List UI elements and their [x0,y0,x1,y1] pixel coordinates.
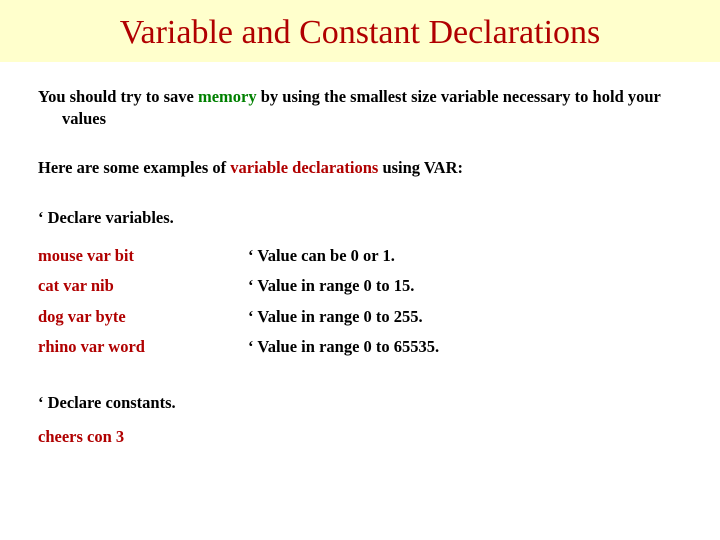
decl-code: rhino var word [38,332,248,362]
examples-suffix: using VAR: [378,158,463,177]
intro-memory: memory [198,87,257,106]
decl-comment: ‘ Value in range 0 to 15. [248,271,439,301]
declarations-table: mouse var bit ‘ Value can be 0 or 1. cat… [38,241,439,362]
table-row: dog var byte ‘ Value in range 0 to 255. [38,302,439,332]
table-row: mouse var bit ‘ Value can be 0 or 1. [38,241,439,271]
intro-prefix: You should try to save [38,87,198,106]
examples-line: Here are some examples of variable decla… [38,157,682,179]
examples-prefix: Here are some examples of [38,158,230,177]
title-bar: Variable and Constant Declarations [0,0,720,62]
table-row: rhino var word ‘ Value in range 0 to 655… [38,332,439,362]
table-row: cat var nib ‘ Value in range 0 to 15. [38,271,439,301]
intro-paragraph: You should try to save memory by using t… [38,86,682,131]
decl-comment: ‘ Value in range 0 to 65535. [248,332,439,362]
decl-code: cat var nib [38,271,248,301]
const-code: cheers con 3 [38,426,682,448]
decl-comment: ‘ Value in range 0 to 255. [248,302,439,332]
slide-content: You should try to save memory by using t… [0,62,720,449]
decl-code: dog var byte [38,302,248,332]
decl-comment: ‘ Value can be 0 or 1. [248,241,439,271]
declare-constants-heading: ‘ Declare constants. [38,392,682,414]
examples-highlight: variable declarations [230,158,378,177]
decl-code: mouse var bit [38,241,248,271]
declare-variables-heading: ‘ Declare variables. [38,207,682,229]
page-title: Variable and Constant Declarations [0,14,720,52]
